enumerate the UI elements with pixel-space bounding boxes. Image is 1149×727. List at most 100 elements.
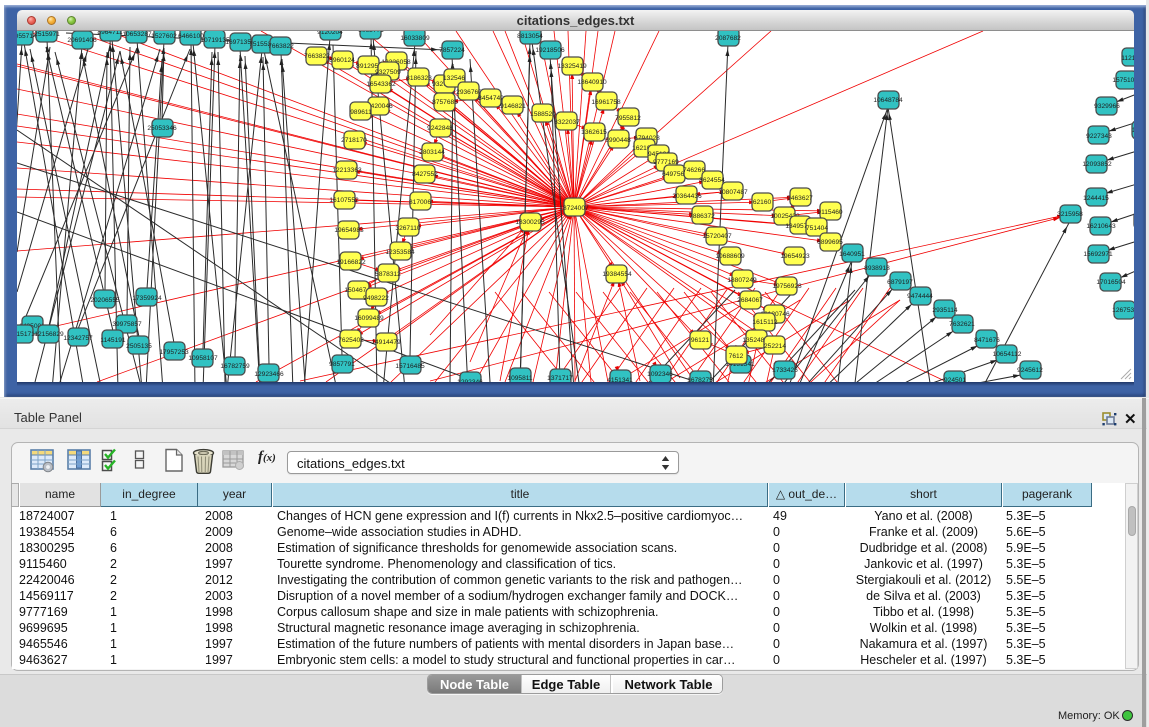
svg-text:96121: 96121 — [691, 337, 710, 344]
svg-text:6879197: 6879197 — [887, 279, 913, 286]
svg-text:112184: 112184 — [1121, 55, 1134, 62]
svg-text:1640951: 1640951 — [839, 251, 865, 258]
svg-text:15692971: 15692971 — [1083, 251, 1113, 258]
svg-text:5878312: 5878312 — [375, 271, 401, 278]
svg-text:20206555: 20206555 — [90, 297, 120, 304]
svg-text:8938918: 8938918 — [864, 265, 890, 272]
svg-text:7955812: 7955812 — [615, 115, 641, 122]
svg-text:17957253: 17957253 — [159, 349, 189, 356]
svg-text:12923466: 12923466 — [254, 371, 284, 378]
svg-text:9242848: 9242848 — [427, 125, 453, 132]
svg-text:1733426: 1733426 — [772, 367, 798, 374]
svg-text:20364436: 20364436 — [672, 193, 702, 200]
svg-text:252214: 252214 — [764, 343, 786, 350]
svg-text:6990448: 6990448 — [605, 137, 631, 144]
svg-text:12093852: 12093852 — [1082, 161, 1112, 168]
svg-text:1092346: 1092346 — [647, 371, 673, 378]
svg-text:9498222: 9498222 — [363, 295, 389, 302]
svg-text:16782759: 16782759 — [220, 363, 250, 370]
svg-text:7612: 7612 — [729, 353, 744, 360]
svg-text:7663822: 7663822 — [268, 43, 294, 50]
svg-text:15720407: 15720407 — [702, 233, 732, 240]
svg-text:1362615: 1362615 — [581, 129, 607, 136]
svg-text:1267534: 1267534 — [1112, 307, 1134, 314]
svg-text:12342757: 12342757 — [63, 335, 93, 342]
svg-text:7625402: 7625402 — [338, 337, 364, 344]
svg-text:9463627: 9463627 — [787, 195, 813, 202]
svg-text:16107552: 16107552 — [329, 197, 359, 204]
svg-text:2803144: 2803144 — [419, 149, 445, 156]
svg-text:9857791: 9857791 — [329, 361, 355, 368]
svg-text:19756928: 19756928 — [772, 283, 802, 290]
svg-text:18640910: 18640910 — [577, 79, 607, 86]
svg-text:9115460: 9115460 — [817, 209, 843, 216]
svg-text:14914479: 14914479 — [371, 339, 401, 346]
svg-text:17016504: 17016504 — [1096, 279, 1126, 286]
svg-text:9245612: 9245612 — [1017, 367, 1043, 374]
svg-text:15716485: 15716485 — [395, 363, 425, 370]
svg-text:3624554: 3624554 — [699, 177, 725, 184]
svg-text:19384554: 19384554 — [602, 271, 632, 278]
svg-text:10688609: 10688609 — [715, 253, 745, 260]
svg-text:12156829: 12156829 — [34, 331, 64, 338]
svg-text:10958107: 10958107 — [188, 355, 218, 362]
svg-text:16210643: 16210643 — [1086, 223, 1116, 230]
svg-text:8813054: 8813054 — [517, 33, 543, 40]
svg-text:1371717: 1371717 — [547, 375, 573, 382]
svg-text:3267110: 3267110 — [395, 225, 421, 232]
svg-text:8471676: 8471676 — [974, 337, 1000, 344]
svg-text:2684067: 2684067 — [737, 297, 763, 304]
svg-text:7886372: 7886372 — [689, 213, 715, 220]
svg-text:16543362: 16543362 — [366, 81, 396, 88]
svg-text:2718170: 2718170 — [341, 137, 367, 144]
svg-text:8757685: 8757685 — [432, 99, 458, 106]
svg-text:15751074: 15751074 — [1112, 77, 1134, 84]
svg-text:9146821: 9146821 — [500, 103, 526, 110]
svg-text:39975857: 39975857 — [112, 321, 142, 328]
svg-text:8964711: 8964711 — [97, 31, 123, 36]
svg-text:2515971: 2515971 — [34, 31, 60, 38]
svg-text:13325419: 13325419 — [557, 63, 587, 70]
svg-text:17359924: 17359924 — [132, 295, 162, 302]
svg-text:8454749: 8454749 — [478, 95, 504, 102]
svg-text:7663822: 7663822 — [304, 53, 330, 60]
svg-text:132546: 132546 — [443, 75, 465, 82]
svg-text:16033809: 16033809 — [400, 35, 430, 42]
svg-text:62160: 62160 — [753, 199, 772, 206]
svg-text:18724007: 18724007 — [559, 205, 589, 212]
svg-text:10654112: 10654112 — [993, 351, 1022, 358]
svg-text:10653287: 10653287 — [122, 31, 152, 38]
svg-text:8960124: 8960124 — [329, 57, 355, 64]
svg-text:12353584: 12353584 — [385, 249, 415, 256]
svg-text:19218506: 19218506 — [535, 47, 565, 54]
svg-text:9120204: 9120204 — [317, 31, 343, 36]
svg-text:18300295: 18300295 — [515, 219, 545, 226]
svg-text:10807487: 10807487 — [718, 189, 748, 196]
svg-text:751404: 751404 — [806, 225, 828, 232]
svg-text:7632621: 7632621 — [949, 321, 975, 328]
svg-text:19654983: 19654983 — [334, 227, 364, 234]
svg-text:16961758: 16961758 — [591, 99, 621, 106]
svg-text:9227343: 9227343 — [1086, 133, 1112, 140]
svg-text:9329966: 9329966 — [1094, 103, 1120, 110]
svg-text:8186323: 8186323 — [406, 75, 432, 82]
svg-text:1065771: 1065771 — [358, 31, 384, 34]
svg-text:817006: 817006 — [409, 199, 431, 206]
svg-text:1527602: 1527602 — [151, 33, 177, 40]
svg-text:1244415: 1244415 — [1083, 195, 1109, 202]
svg-text:7857224: 7857224 — [439, 47, 465, 54]
svg-text:16099489: 16099489 — [354, 315, 384, 322]
svg-text:8322037: 8322037 — [554, 119, 580, 126]
svg-text:10648784: 10648784 — [873, 97, 903, 104]
svg-text:2505135: 2505135 — [126, 343, 152, 350]
svg-text:25053346: 25053346 — [147, 125, 177, 132]
svg-text:3915171: 3915171 — [17, 331, 35, 338]
svg-text:18807249: 18807249 — [727, 277, 757, 284]
svg-text:20691406: 20691406 — [67, 37, 97, 44]
svg-text:3215958: 3215958 — [1057, 211, 1083, 218]
svg-text:132021: 132021 — [1132, 127, 1134, 134]
svg-text:1588520: 1588520 — [530, 111, 556, 118]
svg-text:8427552: 8427552 — [412, 171, 438, 178]
svg-text:19166822: 19166822 — [336, 259, 366, 266]
svg-text:9474444: 9474444 — [907, 293, 933, 300]
